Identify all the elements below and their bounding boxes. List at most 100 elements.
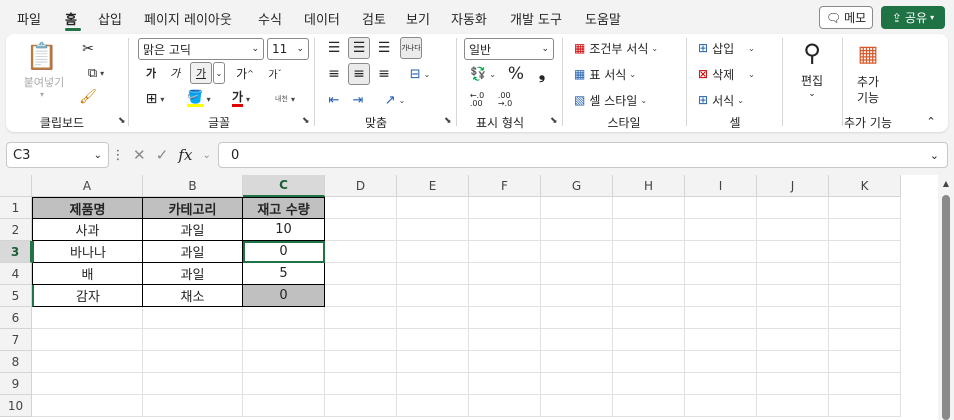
cell-k9[interactable]	[829, 373, 901, 395]
editing-button[interactable]: 편집	[796, 72, 828, 88]
tab-insert[interactable]: 삽입	[98, 9, 122, 28]
border-icon[interactable]: ⊞ ▾	[140, 90, 170, 108]
insert-cells-button[interactable]: ⊞ 삽입 ⌄	[698, 38, 755, 58]
cell-d6[interactable]	[325, 307, 397, 329]
font-launcher-icon[interactable]: ⬊	[302, 116, 310, 126]
cell-i9[interactable]	[685, 373, 757, 395]
increase-decimal-icon[interactable]: ←.0.00	[466, 90, 488, 110]
cell-j2[interactable]	[757, 219, 829, 241]
cell-styles-button[interactable]: ▧ 셀 스타일 ⌄	[574, 90, 647, 110]
cell-a8[interactable]	[32, 351, 143, 373]
tab-page-layout[interactable]: 페이지 레이아웃	[144, 9, 232, 28]
row-header-9[interactable]: 9	[0, 373, 32, 395]
decrease-indent-icon[interactable]: ⇤	[324, 90, 344, 110]
memo-button[interactable]: 🗨 메모	[819, 6, 873, 29]
cell-f5[interactable]	[469, 285, 541, 307]
cell-f7[interactable]	[469, 329, 541, 351]
cell-b10[interactable]	[143, 395, 243, 417]
cell-j7[interactable]	[757, 329, 829, 351]
tab-file[interactable]: 파일	[17, 9, 41, 28]
column-header-d[interactable]: D	[325, 175, 397, 197]
cell-d1[interactable]	[325, 197, 397, 219]
cell-h3[interactable]	[613, 241, 685, 263]
cell-k3[interactable]	[829, 241, 901, 263]
cell-a9[interactable]	[32, 373, 143, 395]
cell-b2[interactable]: 과일	[143, 219, 243, 241]
cell-g6[interactable]	[541, 307, 613, 329]
font-color-icon[interactable]: 가 ▾	[226, 90, 256, 108]
accounting-format-icon[interactable]: 💱 ⌄	[466, 64, 500, 84]
format-cells-button[interactable]: ⊞ 서식 ⌄	[698, 90, 744, 110]
cell-d3[interactable]	[325, 241, 397, 263]
number-format-select[interactable]: 일반 ⌄	[464, 38, 554, 60]
cell-e10[interactable]	[397, 395, 469, 417]
spreadsheet-grid[interactable]: A B C D E F G H I J K 1 제품명 카테고리 재고 수량 2 사과 과일 10 3 바나나 과일 0 4 배…	[0, 175, 954, 420]
cell-g5[interactable]	[541, 285, 613, 307]
formula-input[interactable]: 0 ⌄	[218, 142, 948, 168]
vertical-scrollbar[interactable]: ▲	[938, 175, 954, 420]
cell-i6[interactable]	[685, 307, 757, 329]
cell-g2[interactable]	[541, 219, 613, 241]
cancel-icon[interactable]: ✕	[133, 146, 146, 164]
cell-k1[interactable]	[829, 197, 901, 219]
conditional-formatting-button[interactable]: ▦ 조건부 서식 ⌄	[574, 38, 658, 58]
cell-k8[interactable]	[829, 351, 901, 373]
cell-c10[interactable]	[243, 395, 325, 417]
delete-cells-button[interactable]: ⊠ 삭제 ⌄	[698, 64, 755, 84]
tab-automate[interactable]: 자동화	[451, 9, 487, 28]
cell-f4[interactable]	[469, 263, 541, 285]
cell-f8[interactable]	[469, 351, 541, 373]
cell-d9[interactable]	[325, 373, 397, 395]
row-header-2[interactable]: 2	[0, 219, 32, 241]
format-as-table-button[interactable]: ▦ 표 서식 ⌄	[574, 64, 636, 84]
cell-j8[interactable]	[757, 351, 829, 373]
fill-color-icon[interactable]: 🪣 ▾	[184, 90, 214, 108]
cell-c3[interactable]: 0	[243, 241, 325, 263]
cell-k2[interactable]	[829, 219, 901, 241]
tab-view[interactable]: 보기	[406, 9, 430, 28]
cell-f6[interactable]	[469, 307, 541, 329]
cell-k7[interactable]	[829, 329, 901, 351]
row-header-3[interactable]: 3	[0, 241, 32, 263]
cell-g1[interactable]	[541, 197, 613, 219]
cell-e4[interactable]	[397, 263, 469, 285]
cell-a10[interactable]	[32, 395, 143, 417]
tab-formulas[interactable]: 수식	[258, 9, 282, 28]
cell-j3[interactable]	[757, 241, 829, 263]
cell-i10[interactable]	[685, 395, 757, 417]
cell-h7[interactable]	[613, 329, 685, 351]
tab-developer[interactable]: 개발 도구	[510, 9, 562, 28]
cell-j9[interactable]	[757, 373, 829, 395]
cell-h8[interactable]	[613, 351, 685, 373]
cut-icon[interactable]: ✂	[78, 40, 98, 58]
name-box[interactable]: C3 ⌄	[6, 142, 109, 168]
cell-g3[interactable]	[541, 241, 613, 263]
cell-e3[interactable]	[397, 241, 469, 263]
cell-i8[interactable]	[685, 351, 757, 373]
shrink-font-button[interactable]: 가ˇ	[264, 64, 286, 82]
cell-a4[interactable]: 배	[32, 263, 143, 285]
underline-dropdown-icon[interactable]: ⌄	[213, 62, 225, 84]
add-ins-button[interactable]: 추가	[850, 74, 886, 89]
cell-a1[interactable]: 제품명	[32, 197, 143, 219]
cell-b9[interactable]	[143, 373, 243, 395]
cell-b8[interactable]	[143, 351, 243, 373]
row-header-4[interactable]: 4	[0, 263, 32, 285]
add-ins-icon[interactable]: ▦	[854, 40, 882, 68]
cell-j1[interactable]	[757, 197, 829, 219]
cell-h9[interactable]	[613, 373, 685, 395]
collapse-ribbon-icon[interactable]: ⌃	[922, 114, 940, 128]
column-header-g[interactable]: G	[541, 175, 613, 197]
cell-e5[interactable]	[397, 285, 469, 307]
cell-i2[interactable]	[685, 219, 757, 241]
cell-a3[interactable]: 바나나	[32, 241, 143, 263]
cell-b4[interactable]: 과일	[143, 263, 243, 285]
decrease-decimal-icon[interactable]: .00 →.0	[494, 90, 516, 110]
cell-a2[interactable]: 사과	[32, 219, 143, 241]
cell-k5[interactable]	[829, 285, 901, 307]
row-header-5[interactable]: 5	[0, 285, 32, 307]
cell-c9[interactable]	[243, 373, 325, 395]
row-header-8[interactable]: 8	[0, 351, 32, 373]
cell-h6[interactable]	[613, 307, 685, 329]
search-icon[interactable]: ⚲	[798, 38, 826, 68]
